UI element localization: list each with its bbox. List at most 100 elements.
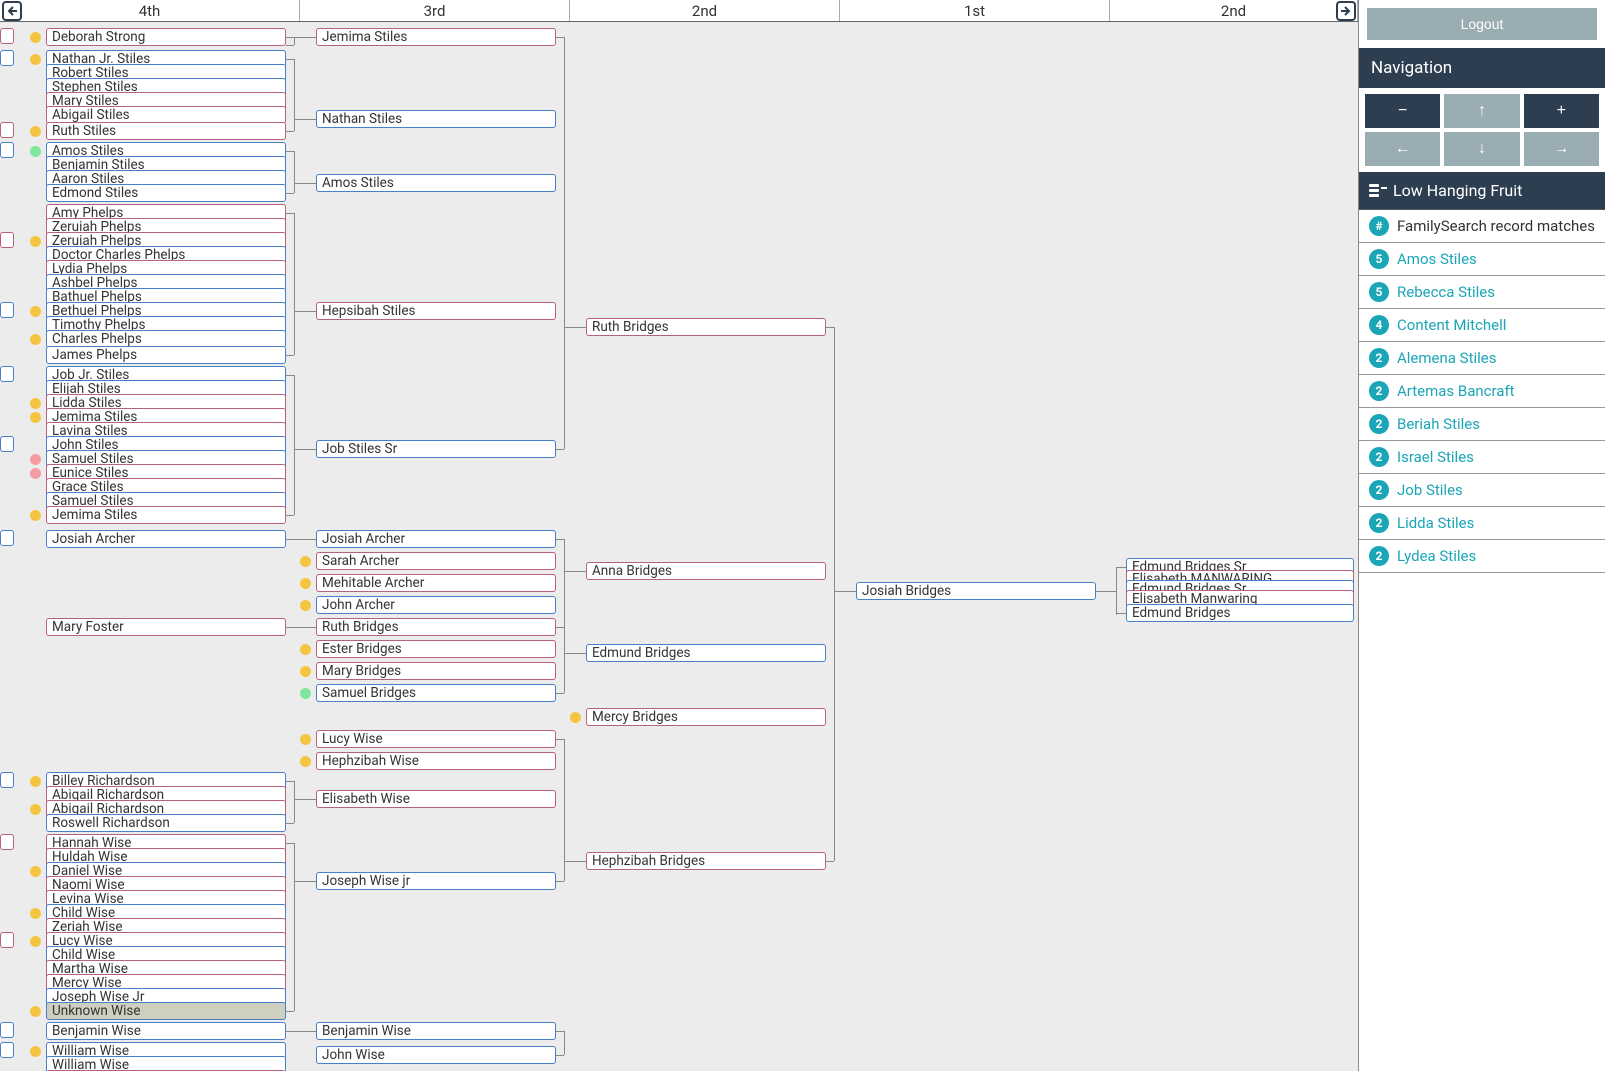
sidebar: Logout Navigation − ↑ + ← ↓ → Low Hangin…: [1358, 0, 1605, 1071]
lhf-item[interactable]: 2Artemas Bancraft: [1359, 375, 1605, 408]
person-node[interactable]: Unknown Wise: [46, 1002, 286, 1020]
connector-line: [294, 119, 316, 120]
person-stub[interactable]: [0, 530, 14, 546]
navigation-buttons: − ↑ + ← ↓ →: [1359, 88, 1605, 172]
person-node[interactable]: Mercy Bridges: [586, 708, 826, 726]
lhf-link[interactable]: Job Stiles: [1397, 481, 1463, 499]
person-node[interactable]: Hephzibah Wise: [316, 752, 556, 770]
person-node[interactable]: Lucy Wise: [316, 730, 556, 748]
person-node[interactable]: Josiah Archer: [46, 530, 286, 548]
lhf-link[interactable]: Amos Stiles: [1397, 250, 1477, 268]
person-node[interactable]: Job Stiles Sr: [316, 440, 556, 458]
person-node[interactable]: Ruth Bridges: [586, 318, 826, 336]
person-node[interactable]: John Archer: [316, 596, 556, 614]
lhf-item[interactable]: 5Amos Stiles: [1359, 243, 1605, 276]
logout-button[interactable]: Logout: [1367, 8, 1597, 40]
lhf-item[interactable]: 2Lidda Stiles: [1359, 507, 1605, 540]
family-tree[interactable]: Deborah StrongNathan Jr. StilesRobert St…: [0, 22, 1358, 1071]
person-node[interactable]: Ruth Stiles: [46, 122, 286, 140]
lhf-link[interactable]: Rebecca Stiles: [1397, 283, 1495, 301]
person-node[interactable]: Jemima Stiles: [46, 506, 286, 524]
person-node[interactable]: Sarah Archer: [316, 552, 556, 570]
connector-line: [834, 327, 835, 861]
lhf-item[interactable]: 2Alemena Stiles: [1359, 342, 1605, 375]
person-node[interactable]: Joseph Wise jr: [316, 872, 556, 890]
person-node[interactable]: Deborah Strong: [46, 28, 286, 46]
lhf-link[interactable]: Israel Stiles: [1397, 448, 1474, 466]
lhf-link[interactable]: Content Mitchell: [1397, 316, 1506, 334]
lhf-item[interactable]: 2Beriah Stiles: [1359, 408, 1605, 441]
person-node[interactable]: Samuel Bridges: [316, 684, 556, 702]
person-node[interactable]: Jemima Stiles: [316, 28, 556, 46]
person-node[interactable]: Mary Bridges: [316, 662, 556, 680]
person-node[interactable]: Hephzibah Bridges: [586, 852, 826, 870]
person-node[interactable]: John Wise: [316, 1046, 556, 1064]
connector-line: [564, 653, 586, 654]
person-node[interactable]: Roswell Richardson: [46, 814, 286, 832]
connector-line: [294, 151, 295, 193]
expand-right-button[interactable]: [1336, 1, 1356, 21]
lhf-badge: 2: [1369, 546, 1389, 566]
person-node[interactable]: Josiah Archer: [316, 530, 556, 548]
connector-line: [286, 1031, 316, 1032]
person-stub[interactable]: [0, 232, 14, 248]
connector-line: [1096, 591, 1116, 592]
person-stub[interactable]: [0, 772, 14, 788]
person-node[interactable]: Nathan Stiles: [316, 110, 556, 128]
person-stub[interactable]: [0, 1042, 14, 1058]
person-node[interactable]: William Wise: [46, 1056, 286, 1071]
gen-header-2nd-right: 2nd: [1110, 0, 1358, 21]
low-hanging-fruit-header: Low Hanging Fruit: [1359, 172, 1605, 209]
person-stub[interactable]: [0, 302, 14, 318]
lhf-link[interactable]: Lydea Stiles: [1397, 547, 1476, 565]
status-dot: [30, 146, 41, 157]
status-dot: [30, 126, 41, 137]
person-node[interactable]: Edmund Bridges: [586, 644, 826, 662]
status-dot: [570, 712, 581, 723]
lhf-link[interactable]: Beriah Stiles: [1397, 415, 1480, 433]
lhf-link[interactable]: Lidda Stiles: [1397, 514, 1474, 532]
person-node[interactable]: Hepsibah Stiles: [316, 302, 556, 320]
lhf-badge: 2: [1369, 480, 1389, 500]
person-stub[interactable]: [0, 932, 14, 948]
person-node[interactable]: James Phelps: [46, 346, 286, 364]
person-node[interactable]: Mary Foster: [46, 618, 286, 636]
pan-up-button[interactable]: ↑: [1444, 94, 1519, 128]
connector-line: [556, 449, 564, 450]
lhf-item[interactable]: 4Content Mitchell: [1359, 309, 1605, 342]
person-node[interactable]: Benjamin Wise: [46, 1022, 286, 1040]
person-stub[interactable]: [0, 366, 14, 382]
person-node[interactable]: Ruth Bridges: [316, 618, 556, 636]
person-stub[interactable]: [0, 142, 14, 158]
person-stub[interactable]: [0, 1022, 14, 1038]
person-node[interactable]: Anna Bridges: [586, 562, 826, 580]
person-stub[interactable]: [0, 436, 14, 452]
lhf-item[interactable]: 2 Lydea Stiles: [1359, 540, 1605, 573]
person-node[interactable]: Mehitable Archer: [316, 574, 556, 592]
person-node[interactable]: Elisabeth Wise: [316, 790, 556, 808]
status-dot: [30, 334, 41, 345]
person-node[interactable]: Josiah Bridges: [856, 582, 1096, 600]
connector-line: [564, 1031, 565, 1055]
person-node[interactable]: Edmund Bridges: [1126, 604, 1354, 622]
pan-left-button[interactable]: ←: [1365, 132, 1440, 166]
pan-down-button[interactable]: ↓: [1444, 132, 1519, 166]
lhf-link[interactable]: Artemas Bancraft: [1397, 382, 1515, 400]
person-node[interactable]: Benjamin Wise: [316, 1022, 556, 1040]
lhf-item[interactable]: 2Israel Stiles: [1359, 441, 1605, 474]
person-stub[interactable]: [0, 50, 14, 66]
lhf-link[interactable]: Alemena Stiles: [1397, 349, 1496, 367]
pan-right-button[interactable]: →: [1524, 132, 1599, 166]
expand-left-button[interactable]: [2, 1, 22, 21]
zoom-out-button[interactable]: −: [1365, 94, 1440, 128]
person-node[interactable]: Edmond Stiles: [46, 184, 286, 202]
person-stub[interactable]: [0, 122, 14, 138]
connector-line: [564, 571, 586, 572]
zoom-in-button[interactable]: +: [1524, 94, 1599, 128]
lhf-item[interactable]: 2 Job Stiles: [1359, 474, 1605, 507]
person-stub[interactable]: [0, 28, 14, 44]
person-node[interactable]: Amos Stiles: [316, 174, 556, 192]
lhf-item[interactable]: 5Rebecca Stiles: [1359, 276, 1605, 309]
person-stub[interactable]: [0, 834, 14, 850]
person-node[interactable]: Ester Bridges: [316, 640, 556, 658]
